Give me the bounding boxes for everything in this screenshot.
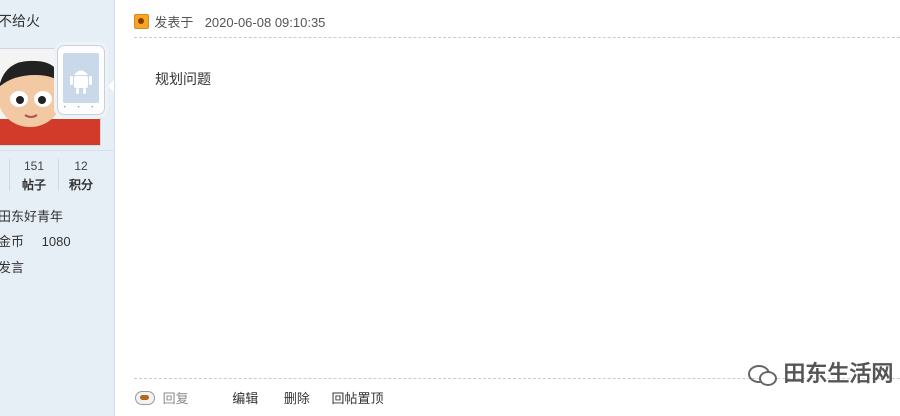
stat-posts[interactable]: 151 帖子 — [12, 159, 56, 193]
stat-points-label: 积分 — [68, 178, 93, 192]
stat-points[interactable]: 12 积分 — [59, 159, 103, 193]
send-message-link[interactable]: 发言 — [0, 257, 24, 276]
post-timestamp: 2020-06-08 09:10:35 — [204, 15, 326, 30]
pin-reply-button[interactable]: 回帖置顶 — [332, 391, 384, 406]
callout-arrow — [108, 80, 114, 92]
user-group[interactable]: 田东好青年 — [0, 206, 63, 225]
coffee-cup-icon[interactable] — [135, 391, 155, 405]
stat-divider — [9, 159, 10, 191]
coins-value: 1080 — [41, 234, 71, 249]
coins-label: 金币 — [0, 234, 25, 249]
user-coins: 金币 1080 — [0, 231, 71, 250]
phone-buttons: • • • — [63, 105, 99, 111]
header-divider — [134, 37, 900, 38]
delete-button[interactable]: 删除 — [284, 391, 310, 406]
android-phone-icon: • • • — [57, 45, 105, 115]
post-header: 发表于 2020-06-08 09:10:35 — [134, 12, 325, 30]
user-stats: 151 帖子 12 积分 — [0, 150, 114, 197]
android-logo-icon — [63, 53, 99, 103]
wechat-icon — [748, 363, 777, 386]
username[interactable]: 不给火 — [0, 11, 40, 31]
stat-points-value: 12 — [74, 159, 88, 173]
stat-posts-label: 帖子 — [21, 178, 46, 192]
post-content: 规划问题 — [155, 71, 211, 87]
edit-button[interactable]: 编辑 — [232, 391, 258, 406]
user-sidebar: 不给火 • • • 151 帖子 12 积分 田东好青年 金币 1080 发言 — [0, 0, 115, 416]
watermark-text: 田东生活网 — [783, 361, 894, 386]
post-actions: 回复 编辑 删除 回帖置顶 — [135, 388, 384, 407]
watermark: 田东生活网 — [748, 356, 893, 388]
post-author-icon — [134, 14, 149, 29]
reply-button[interactable]: 回复 — [163, 391, 189, 406]
stat-posts-value: 151 — [23, 159, 45, 173]
posted-label: 发表于 — [154, 15, 194, 30]
